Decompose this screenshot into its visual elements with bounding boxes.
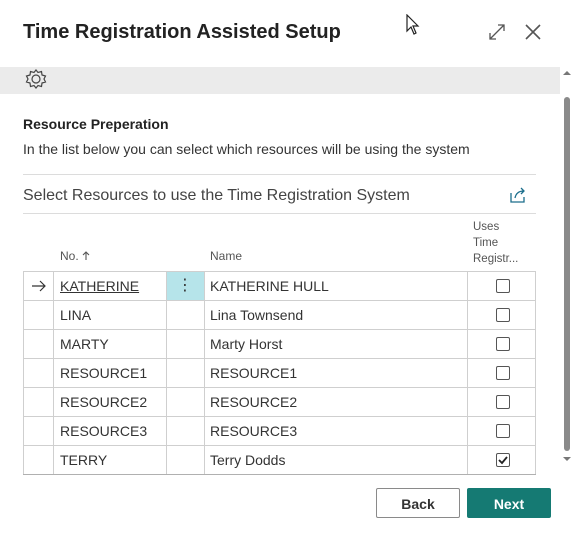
next-button[interactable]: Next (467, 488, 551, 518)
action-bar (0, 67, 560, 94)
share-icon[interactable] (508, 185, 528, 205)
sort-ascending-icon (82, 251, 90, 260)
column-header-name[interactable]: Name (210, 249, 242, 263)
resource-no[interactable]: RESOURCE3 (60, 417, 147, 445)
back-button[interactable]: Back (376, 488, 460, 518)
uses-time-registration-checkbox[interactable] (496, 279, 510, 293)
resource-name: RESOURCE2 (210, 394, 298, 410)
dialog-title: Time Registration Assisted Setup (23, 21, 341, 43)
table-row[interactable]: RESOURCE1 RESOURCE1 (23, 359, 536, 388)
resource-no[interactable]: LINA (60, 301, 91, 329)
resource-no[interactable]: RESOURCE1 (60, 359, 147, 387)
resource-name: KATHERINE HULL (210, 278, 329, 294)
section-description: In the list below you can select which r… (23, 141, 470, 157)
column-header-no-label: No. (60, 249, 79, 263)
section-heading: Resource Preperation (23, 116, 169, 132)
column-header-no[interactable]: No. (60, 249, 90, 263)
scrollbar-thumb[interactable] (564, 97, 570, 451)
column-header-uses-line: Uses (473, 221, 500, 233)
divider (23, 213, 536, 214)
uses-time-registration-checkbox[interactable] (496, 366, 510, 380)
table-row[interactable]: MARTY Marty Horst (23, 330, 536, 359)
table-row[interactable]: KATHERINE ⋮ KATHERINE HULL (23, 272, 536, 301)
gear-icon[interactable] (23, 69, 49, 93)
close-icon[interactable] (523, 22, 543, 42)
uses-time-registration-checkbox[interactable] (496, 453, 510, 467)
column-header-uses-line: Time (473, 237, 499, 249)
checkmark-icon (498, 456, 508, 465)
uses-time-registration-checkbox[interactable] (496, 308, 510, 322)
resource-no[interactable]: RESOURCE2 (60, 388, 147, 416)
arrow-right-icon (32, 280, 46, 292)
resource-name: Lina Townsend (210, 307, 304, 323)
uses-time-registration-checkbox[interactable] (496, 337, 510, 351)
scroll-down-arrow-icon[interactable] (563, 455, 571, 463)
table-row[interactable]: RESOURCE3 RESOURCE3 (23, 417, 536, 446)
column-header-uses-time-registration[interactable]: Uses Time Registr... (473, 219, 523, 267)
table-row[interactable]: LINA Lina Townsend (23, 301, 536, 330)
resource-no-link[interactable]: KATHERINE (60, 272, 139, 300)
resource-no[interactable]: MARTY (60, 330, 109, 358)
resource-name: RESOURCE3 (210, 423, 298, 439)
table-row[interactable]: RESOURCE2 RESOURCE2 (23, 388, 536, 417)
scroll-up-arrow-icon[interactable] (563, 69, 571, 77)
resources-grid: KATHERINE ⋮ KATHERINE HULL LINA Lina Tow… (23, 271, 536, 475)
uses-time-registration-checkbox[interactable] (496, 424, 510, 438)
part-title: Select Resources to use the Time Registr… (23, 187, 410, 204)
resource-no[interactable]: TERRY (60, 446, 107, 474)
expand-icon[interactable] (487, 22, 507, 42)
more-options-icon[interactable]: ⋮ (166, 272, 204, 300)
mouse-cursor-icon (406, 14, 420, 35)
resource-name: RESOURCE1 (210, 365, 298, 381)
resource-name: Marty Horst (210, 336, 283, 352)
divider (23, 174, 536, 175)
column-header-uses-line: Registr... (473, 253, 519, 265)
uses-time-registration-checkbox[interactable] (496, 395, 510, 409)
table-row[interactable]: TERRY Terry Dodds (23, 446, 536, 475)
resource-name: Terry Dodds (210, 452, 286, 468)
